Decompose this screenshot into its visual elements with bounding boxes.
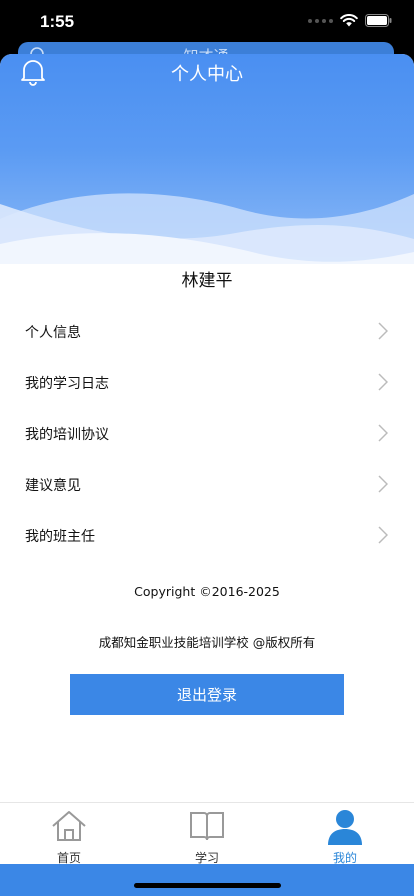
chevron-right-icon: [378, 526, 388, 544]
profile-header: 个人中心: [0, 54, 414, 274]
chevron-right-icon: [378, 373, 388, 391]
person-icon: [328, 810, 362, 845]
status-icons: [308, 14, 392, 27]
page-title: 个人中心: [171, 64, 243, 85]
menu-item-study-log[interactable]: 我的学习日志: [0, 357, 414, 408]
bottom-safe-area: [0, 864, 414, 896]
tab-mine[interactable]: 我的: [276, 803, 414, 865]
home-icon: [52, 811, 86, 841]
battery-icon: [365, 14, 392, 27]
logout-button[interactable]: 退出登录: [70, 674, 344, 715]
tab-bar: 首页 学习 我的: [0, 802, 414, 865]
copyright-text: Copyright ©2016-2025: [134, 584, 280, 599]
tab-home[interactable]: 首页: [0, 803, 138, 865]
menu-item-personal-info[interactable]: 个人信息: [0, 306, 414, 357]
menu-item-class-teacher[interactable]: 我的班主任: [0, 510, 414, 561]
home-indicator[interactable]: [134, 883, 281, 888]
menu-item-label: 我的学习日志: [25, 375, 109, 392]
owner-text: 成都知金职业技能培训学校 @版权所有: [98, 635, 316, 650]
menu-item-training-agreement[interactable]: 我的培训协议: [0, 408, 414, 459]
user-name: 林建平: [181, 271, 233, 291]
wifi-icon: [340, 14, 358, 27]
menu-item-label: 我的班主任: [25, 528, 95, 545]
menu-item-label: 个人信息: [25, 324, 81, 341]
cellular-dots-icon: [308, 18, 333, 23]
book-icon: [190, 812, 224, 841]
chevron-right-icon: [378, 424, 388, 442]
profile-sheet: 个人中心 林建平 个人信息 我的学习日志 我的培训协议 建议意见 我的班主任 C…: [0, 54, 414, 896]
tab-study[interactable]: 学习: [138, 803, 276, 865]
menu-item-label: 我的培训协议: [25, 426, 109, 443]
profile-menu: 个人信息 我的学习日志 我的培训协议 建议意见 我的班主任: [0, 306, 414, 561]
status-bar: 1:55: [0, 0, 414, 44]
menu-item-label: 建议意见: [25, 477, 81, 494]
header-wave-decoration: [0, 193, 414, 274]
status-time: 1:55: [40, 12, 75, 31]
chevron-right-icon: [378, 475, 388, 493]
chevron-right-icon: [378, 322, 388, 340]
menu-item-feedback[interactable]: 建议意见: [0, 459, 414, 510]
